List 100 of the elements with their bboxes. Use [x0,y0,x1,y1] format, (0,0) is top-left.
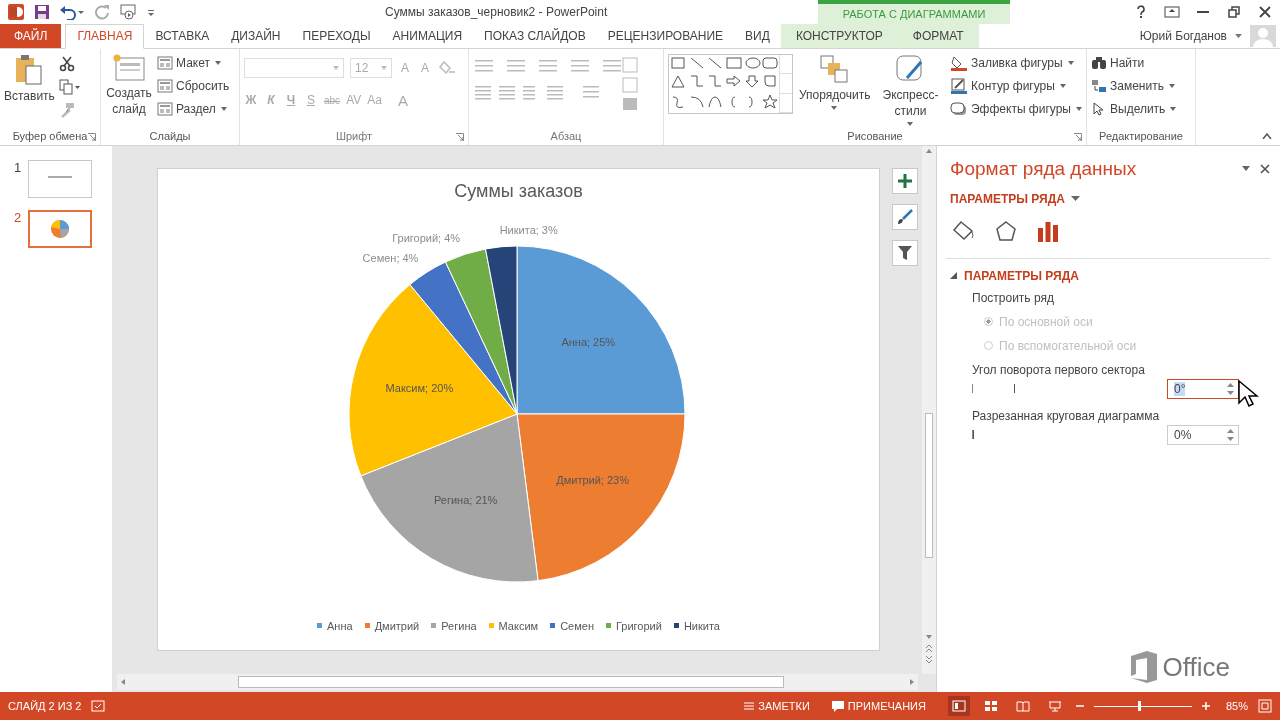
font-name-field[interactable] [244,57,344,78]
slideshow-icon[interactable] [119,4,137,20]
ribbon-tab[interactable]: ВСТАВКА [144,23,221,48]
shape-format-button[interactable]: Заливка фигуры [950,53,1082,73]
close-icon[interactable] [1260,163,1270,174]
comments-button[interactable]: ПРИМЕЧАНИЯ [831,700,926,712]
horizontal-scrollbar[interactable] [117,674,918,691]
editing-command-button[interactable]: Заменить [1091,76,1177,96]
notes-button[interactable]: ЗАМЕТКИ [744,700,810,712]
ribbon-tab[interactable]: ДИЗАЙН [220,23,292,48]
plus-icon [898,173,912,188]
paste-button[interactable]: Вставить [4,53,55,103]
ribbon-group-label: Редактирование [1099,130,1183,143]
slide-command-button[interactable]: Макет [157,53,230,73]
layout-icon [157,56,173,71]
save-icon[interactable] [34,4,50,20]
help-icon [1135,5,1146,19]
slide-command-button[interactable]: Сбросить [157,76,230,96]
zoom-level[interactable]: 85% [1225,700,1248,712]
quick-styles-button[interactable]: Экспресс-стили [875,53,946,126]
clear-formatting-icon[interactable] [438,59,456,76]
caret-icon[interactable] [1242,166,1250,172]
collapse-ribbon-icon[interactable] [1262,132,1272,139]
legend-marker [488,623,494,629]
caret-icon [214,61,221,66]
fit-to-window-icon[interactable] [1258,699,1272,713]
zoom-in-icon[interactable] [1201,702,1210,710]
book-icon [1015,700,1030,712]
ribbon-group-label: Буфер обмена [12,130,88,143]
presentation-icon [1047,700,1062,712]
editing-command-button[interactable]: Выделить [1091,99,1177,119]
ribbon-display-icon [1163,6,1180,18]
caret-icon [1235,33,1242,38]
chart-filters-button[interactable] [892,239,918,266]
pane-title: Формат ряда данных [950,157,1138,180]
ribbon-tab[interactable]: ПЕРЕХОДЫ [291,23,382,48]
shape-format-button[interactable]: Контур фигуры [950,76,1082,96]
file-tab[interactable]: ФАЙЛ [0,23,62,48]
ribbon-tab[interactable]: ВИД [734,23,781,48]
ribbon-tab[interactable]: РЕЦЕНЗИРОВАНИЕ [596,23,735,48]
spell-check-icon[interactable] [91,700,106,712]
filter-icon [898,245,912,260]
data-label: Регина; 21% [433,493,498,506]
ribbon-group-label: Слайды [149,130,191,143]
arrange-button[interactable]: Упорядочить [797,53,871,110]
ribbon-group-label: Рисование [847,130,903,143]
legend-label: Анна [327,619,353,632]
scroll-thumb[interactable] [237,676,784,689]
slide-thumbnail[interactable] [28,159,92,198]
ribbon-group-label: Абзац [550,130,582,143]
paint-bucket-icon [950,55,968,72]
data-label: Максим; 20% [385,381,454,394]
close-icon [1258,6,1271,18]
shape-format-button[interactable]: Эффекты фигуры [950,99,1082,119]
legend-marker [605,623,611,629]
caret-icon [381,65,387,70]
options-dropdown[interactable]: ПАРАМЕТРЫ РЯДА [950,191,1080,206]
spin-field[interactable]: 0% [1167,424,1239,445]
office-logo-icon [1128,650,1159,685]
caret-icon [1070,196,1080,202]
chart-styles-button[interactable] [892,203,918,230]
previous-slide-icon[interactable] [923,642,935,655]
legend-marker [550,623,556,629]
user-name[interactable]: Юрий Богданов [1139,28,1227,43]
legend-marker [673,623,679,629]
ribbon-tab[interactable]: ГЛАВНАЯ [65,23,145,49]
shape-gallery[interactable] [668,53,793,114]
legend-label: Григорий [615,619,662,632]
zoom-out-icon[interactable] [1075,702,1084,710]
ribbon-tab[interactable]: ПОКАЗ СЛАЙДОВ [473,23,597,48]
scissors-icon[interactable] [58,55,75,72]
data-label: Дмитрий; 23% [556,473,629,486]
data-label: Григорий; 4% [392,231,461,244]
caret-icon [1168,84,1175,89]
expand-triangle-icon [950,272,957,280]
new-slide-button[interactable]: Создать слайд [105,53,153,117]
scroll-thumb[interactable] [925,412,933,558]
legend-label: Семен [560,619,594,632]
slide-thumbnail[interactable] [28,209,92,248]
vertical-scrollbar[interactable] [922,145,936,675]
ribbon-tab[interactable]: АНИМАЦИЯ [381,23,474,48]
dialog-launcher-icon[interactable] [1074,132,1082,141]
chart-elements-button[interactable] [892,167,918,194]
layout-icon [157,102,173,117]
normal-view-icon [951,700,966,712]
view-button[interactable] [947,696,970,716]
editing-command-button[interactable]: Найти [1091,53,1177,73]
redo-icon[interactable] [94,4,110,20]
spin-arrows-icon [1227,381,1234,396]
zoom-slider[interactable] [1093,701,1192,711]
caret-icon [831,105,837,110]
minimize-icon [1196,11,1209,13]
ribbon-tab[interactable]: КОНСТРУКТОР [780,23,898,48]
legend-label: Никита [683,619,720,632]
clipboard-icon [14,53,45,86]
slide-command-button[interactable]: Раздел [157,99,230,119]
dialog-launcher-icon[interactable] [88,132,96,141]
section-header[interactable]: ПАРАМЕТРЫ РЯДА [950,268,1079,283]
copy-icon[interactable] [58,78,81,95]
undo-icon[interactable] [59,4,85,20]
